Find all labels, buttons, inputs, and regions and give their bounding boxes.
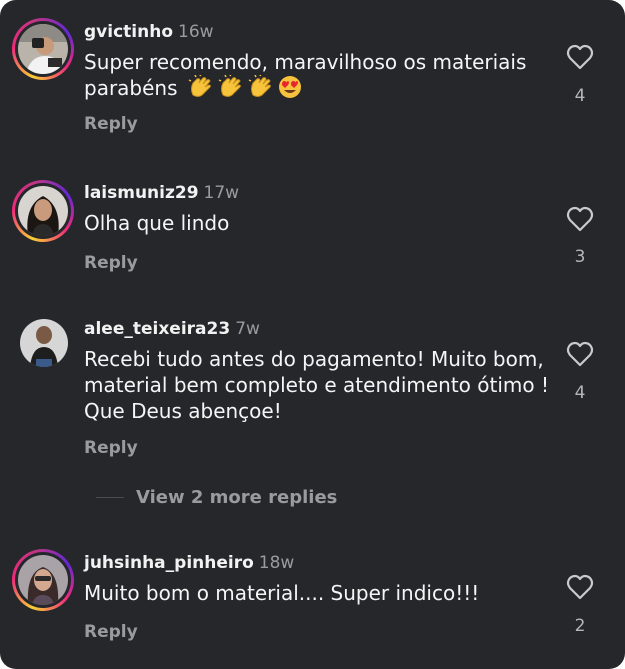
heart-icon[interactable] (566, 341, 594, 367)
avatar-photo-icon (20, 319, 68, 367)
comment-text-container: Super recomendo, maravilhoso os materiai… (84, 49, 554, 105)
comment-username[interactable]: alee_teixeira23 (84, 319, 230, 339)
like-count: 4 (574, 86, 586, 106)
comment-username[interactable]: gvictinho (84, 22, 173, 42)
avatar[interactable] (12, 180, 74, 242)
comment-time: 17w (203, 183, 240, 203)
replies-divider (96, 497, 124, 498)
heart-icon[interactable] (566, 206, 594, 232)
comment-username[interactable]: juhsinha_pinheiro (84, 553, 254, 573)
comment-time: 16w (178, 22, 214, 42)
comment-text: Olha que lindo (84, 211, 230, 235)
avatar-photo-icon (18, 555, 68, 605)
avatar[interactable] (12, 18, 74, 80)
comment-text: Muito bom o material.... Super indico!!! (84, 581, 480, 605)
view-more-replies-button[interactable]: View 2 more replies (96, 487, 337, 509)
comments-panel: gvictinho 16w Super recomendo, maravilhos… (0, 0, 625, 669)
comment-text: Recebi tudo antes do pagamento! Muito bo… (84, 347, 549, 423)
comment-time: 18w (258, 553, 295, 573)
reply-button[interactable]: Reply (84, 253, 138, 273)
comment-username[interactable]: laismuniz29 (84, 183, 199, 203)
view-more-replies-label: View 2 more replies (136, 487, 338, 508)
like-count: 4 (574, 383, 586, 403)
like-count: 2 (574, 616, 586, 636)
heart-icon[interactable] (566, 44, 594, 70)
like-count: 3 (574, 247, 586, 267)
avatar[interactable] (12, 549, 74, 611)
heart-eyes-icon (278, 75, 302, 105)
avatar-photo-icon (18, 186, 68, 236)
reply-button[interactable]: Reply (84, 438, 138, 458)
heart-icon[interactable] (566, 574, 594, 600)
clapping-hands-icon (218, 73, 244, 105)
comment-time: 7w (235, 319, 260, 339)
avatar[interactable] (12, 311, 74, 373)
avatar-photo-icon (18, 24, 68, 74)
reply-button[interactable]: Reply (84, 114, 138, 134)
clapping-hands-icon (188, 73, 214, 105)
clapping-hands-icon (248, 73, 274, 105)
reply-button[interactable]: Reply (84, 622, 138, 642)
comment-text: Super recomendo, maravilhoso os materiai… (84, 50, 527, 100)
